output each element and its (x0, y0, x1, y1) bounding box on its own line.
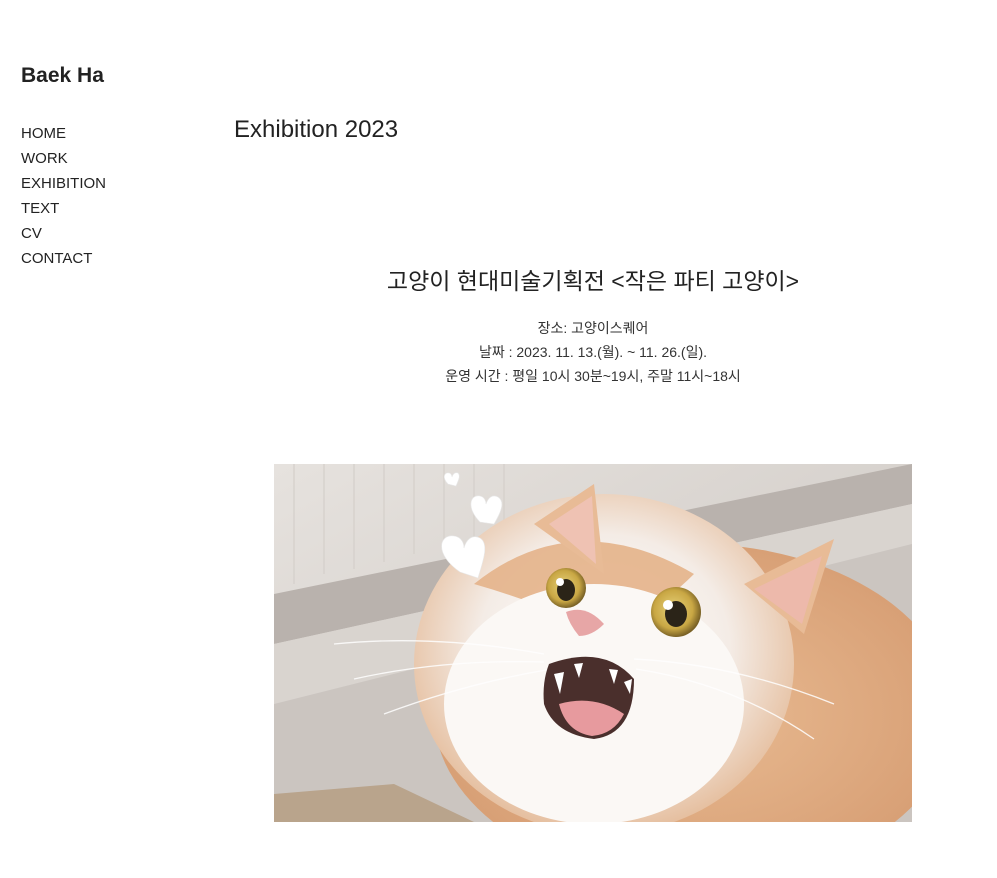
nav-item-work[interactable]: WORK (21, 146, 106, 171)
nav-item-contact[interactable]: CONTACT (21, 246, 106, 271)
cat-photo (274, 464, 912, 822)
nav-item-home[interactable]: HOME (21, 121, 106, 146)
exhibition-hours: 운영 시간 : 평일 10시 30분~19시, 주말 11시~18시 (445, 368, 741, 384)
exhibition-date: 날짜 : 2023. 11. 13.(월). ~ 11. 26.(일). (478, 344, 708, 360)
main-nav: HOME WORK EXHIBITION TEXT CV CONTACT (21, 121, 106, 271)
page-title: Exhibition 2023 (234, 116, 399, 143)
nav-item-exhibition[interactable]: EXHIBITION (21, 171, 106, 196)
cat-illustration (274, 464, 912, 822)
exhibition-info: 장소: 고양이스퀘어 날짜 : 2023. 11. 13.(월). ~ 11. … (274, 316, 912, 388)
exhibition-details: 고양이 현대미술기획전 <작은 파티 고양이> 장소: 고양이스퀘어 날짜 : … (274, 262, 912, 388)
site-title[interactable]: Baek Ha (21, 64, 104, 88)
exhibition-title: 고양이 현대미술기획전 <작은 파티 고양이> (386, 268, 800, 294)
nav-item-text[interactable]: TEXT (21, 196, 106, 221)
exhibition-venue: 장소: 고양이스퀘어 (537, 320, 649, 336)
nav-item-cv[interactable]: CV (21, 221, 106, 246)
